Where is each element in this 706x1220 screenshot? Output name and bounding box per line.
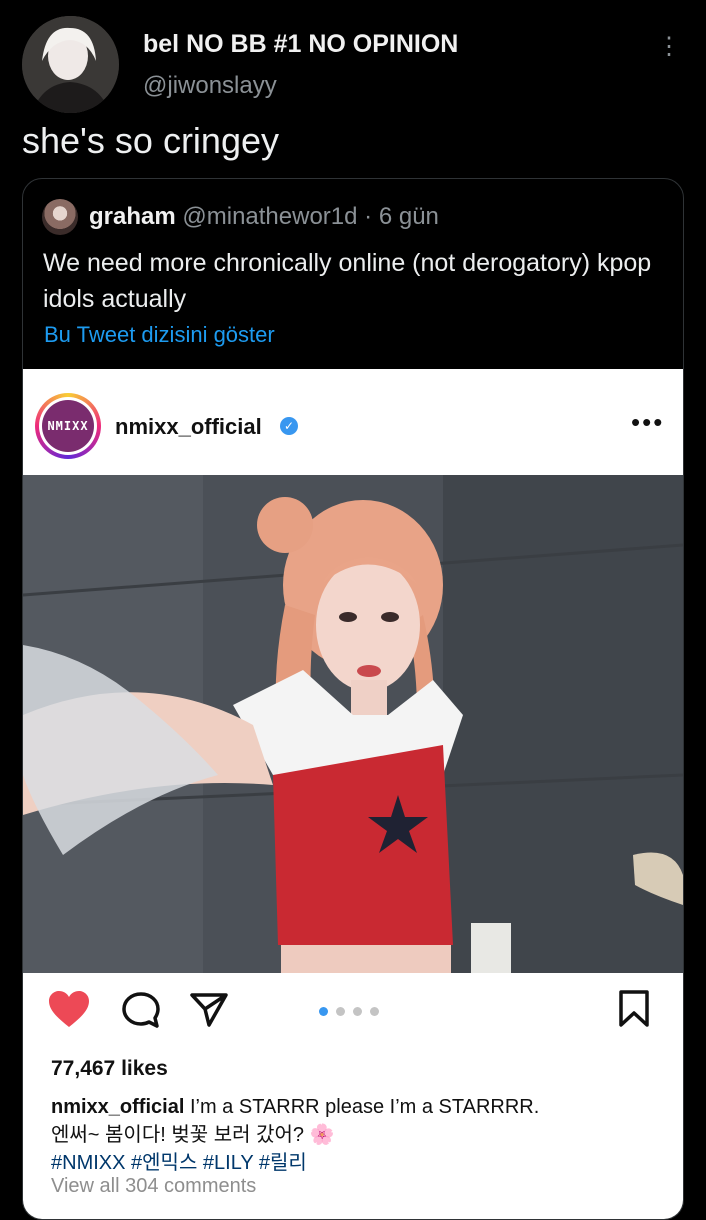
avatar-ring-inner: NMIXX xyxy=(39,397,97,455)
send-icon[interactable] xyxy=(189,991,229,1029)
quoted-tweet-card[interactable]: graham @minathewor1d · 6 gün We need mor… xyxy=(22,178,684,1220)
quoted-tweet-text: We need more chronically online (not der… xyxy=(43,249,652,313)
caption-line: nmixx_official I’m a STARRR please I’m a… xyxy=(51,1093,671,1121)
instagram-action-bar xyxy=(23,985,683,1035)
post-caption: nmixx_official I’m a STARRR please I’m a… xyxy=(51,1093,671,1177)
quoted-author-handle[interactable]: @minathewor1d xyxy=(182,203,357,230)
post-photo[interactable] xyxy=(23,475,683,973)
carousel-indicator xyxy=(319,1007,389,1017)
caption-text: I’m a STARRR please I’m a STARRRR. xyxy=(189,1096,540,1118)
quoted-author-name[interactable]: graham xyxy=(89,203,176,230)
verified-badge-icon: ✓ xyxy=(280,417,298,435)
meta-separator: · xyxy=(364,203,379,230)
caption-username[interactable]: nmixx_official xyxy=(51,1096,184,1118)
instagram-profile-avatar[interactable]: NMIXX xyxy=(35,393,101,459)
show-thread-link[interactable]: Bu Tweet dizisini göster xyxy=(44,322,275,348)
post-photo-illustration xyxy=(23,475,683,973)
carousel-dot xyxy=(353,1007,362,1016)
more-options-icon[interactable]: ⋮ xyxy=(657,32,681,62)
author-handle[interactable]: @jiwonslayy xyxy=(143,72,277,100)
avatar-image xyxy=(22,16,119,113)
author-avatar[interactable] xyxy=(22,16,119,113)
carousel-dot xyxy=(336,1007,345,1016)
carousel-dot xyxy=(370,1007,379,1016)
more-icon[interactable]: ••• xyxy=(631,407,664,438)
author-name[interactable]: bel NO BB #1 NO OPINION xyxy=(143,30,458,59)
instagram-username[interactable]: nmixx_official xyxy=(115,414,262,440)
quoted-tweet-time[interactable]: 6 gün xyxy=(379,203,439,230)
caption-hashtags[interactable]: #NMIXX #엔믹스 #LILY #릴리 xyxy=(51,1149,671,1177)
caption-korean: 엔써~ 봄이다! 벚꽃 보러 갔어? 🌸 xyxy=(51,1124,335,1146)
comment-icon[interactable] xyxy=(121,991,161,1029)
tweet-text: she's so cringey xyxy=(22,120,279,161)
quoted-author-avatar[interactable] xyxy=(42,199,78,235)
heart-icon[interactable] xyxy=(47,989,91,1029)
instagram-post-image[interactable]: NMIXX nmixx_official ✓ ••• 77,467 likes … xyxy=(23,369,683,1219)
view-comments-link[interactable]: View all 304 comments xyxy=(51,1175,256,1198)
carousel-dot-active xyxy=(319,1007,328,1016)
nmixx-logo: NMIXX xyxy=(42,400,94,452)
likes-count[interactable]: 77,467 likes xyxy=(51,1057,168,1081)
quoted-tweet-meta: graham @minathewor1d · 6 gün xyxy=(89,203,439,231)
bookmark-icon[interactable] xyxy=(617,989,651,1029)
